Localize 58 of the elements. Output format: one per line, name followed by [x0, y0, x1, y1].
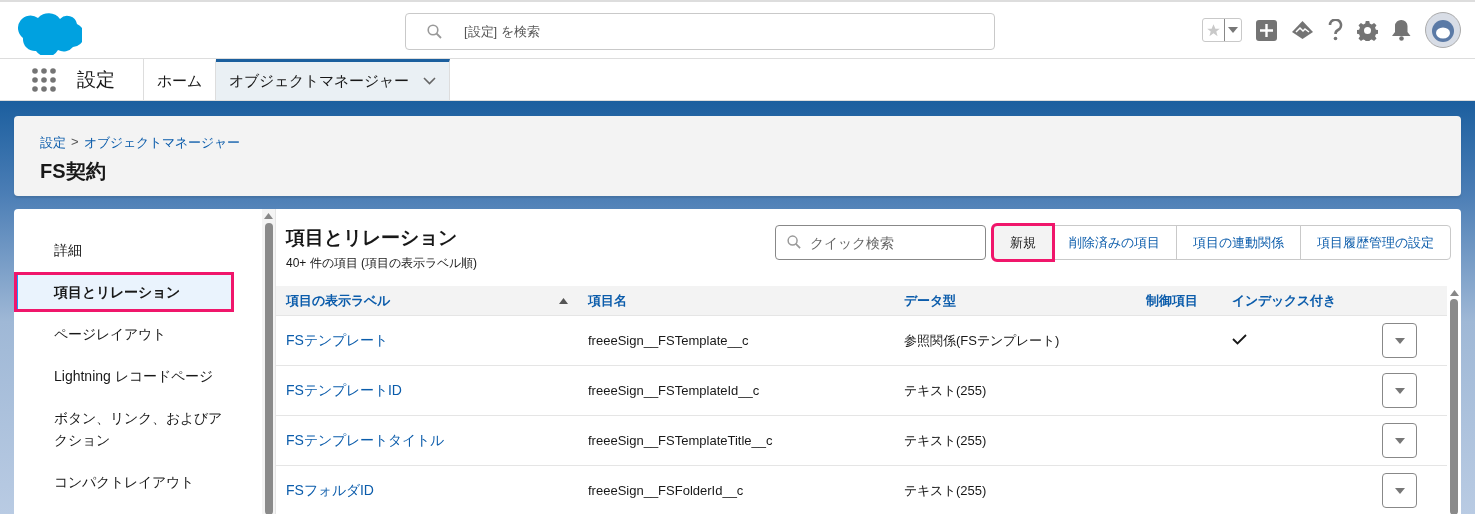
field-label-link[interactable]: FSテンプレート — [286, 331, 388, 348]
scroll-up-arrow-icon[interactable] — [1449, 290, 1459, 296]
field-label-link[interactable]: FSテンプレートタイトル — [286, 431, 444, 448]
chevron-down-icon[interactable] — [423, 77, 436, 85]
sidebar-item[interactable]: ボタン、リンク、およびアクション — [14, 398, 262, 460]
section-subtitle: 40+ 件の項目 (項目の表示ラベル順) — [286, 255, 478, 272]
field-api-name: freeeSign__FSTemplate__c — [588, 333, 749, 348]
data-type: テキスト(255) — [904, 482, 987, 498]
row-actions-button[interactable] — [1382, 423, 1417, 458]
help-icon[interactable] — [1328, 19, 1343, 41]
nav-tab[interactable]: オブジェクトマネージャー — [216, 59, 450, 100]
data-type: テキスト(255) — [904, 382, 987, 398]
sidebar-item[interactable]: コンパクトレイアウト — [14, 462, 262, 502]
caret-icon — [1228, 27, 1238, 33]
sidebar-item[interactable]: Lightning レコードページ — [14, 356, 262, 396]
plus-icon[interactable] — [1256, 19, 1277, 41]
field-label-link[interactable]: FSテンプレートID — [286, 381, 402, 398]
row-actions-button[interactable] — [1382, 473, 1417, 508]
field-api-name: freeeSign__FSTemplateTitle__c — [588, 433, 773, 448]
data-type: テキスト(255) — [904, 432, 987, 448]
field-api-name: freeeSign__FSFolderId__c — [588, 483, 744, 498]
field-api-name: freeeSign__FSTemplateId__c — [588, 383, 760, 398]
caret-icon — [1394, 337, 1405, 344]
settings-icon[interactable] — [1357, 19, 1378, 41]
action-button[interactable]: 項目の連動関係 — [1176, 225, 1301, 260]
sidebar-item[interactable]: ページレイアウト — [14, 314, 262, 354]
favorites-button[interactable] — [1202, 18, 1242, 42]
search-icon — [427, 24, 442, 39]
caret-icon — [1394, 487, 1405, 494]
app-launcher-icon[interactable] — [32, 67, 56, 92]
column-header[interactable]: データ型 — [904, 291, 956, 310]
star-icon — [1206, 22, 1221, 38]
notification-bell-icon[interactable] — [1392, 19, 1411, 41]
quick-search-field[interactable]: クイック検索 — [775, 225, 986, 260]
caret-icon — [1394, 387, 1405, 394]
object-title: FS契約 — [40, 159, 107, 184]
breadcrumb-separator: > — [71, 134, 79, 151]
scroll-up-arrow-icon[interactable] — [264, 213, 273, 219]
breadcrumb-link[interactable]: オブジェクトマネージャー — [83, 134, 240, 152]
column-header[interactable]: 項目名 — [588, 291, 627, 310]
sort-ascending-icon[interactable] — [559, 297, 568, 304]
action-button[interactable]: 項目履歴管理の設定 — [1300, 225, 1451, 260]
breadcrumb-link[interactable]: 設定 — [40, 134, 66, 152]
sidebar-item[interactable]: 詳細 — [14, 230, 262, 270]
action-button[interactable]: 削除済みの項目 — [1052, 225, 1177, 260]
action-button[interactable]: 新規 — [993, 225, 1053, 260]
sidebar-scrollbar[interactable] — [262, 209, 276, 514]
data-type: 参照関係(FSテンプレート) — [904, 332, 1060, 348]
row-actions-button[interactable] — [1382, 373, 1417, 408]
sidebar-item[interactable]: 項目とリレーション — [14, 272, 234, 312]
section-title: 項目とリレーション — [286, 226, 458, 250]
field-label-link[interactable]: FSフォルダID — [286, 481, 374, 498]
caret-icon — [1394, 437, 1405, 444]
app-name: 設定 — [77, 67, 115, 92]
cloud-logo[interactable] — [18, 10, 82, 55]
row-actions-button[interactable] — [1382, 323, 1417, 358]
checkmark-icon — [1232, 334, 1247, 345]
global-search-field[interactable]: [設定] を検索 — [405, 13, 995, 50]
